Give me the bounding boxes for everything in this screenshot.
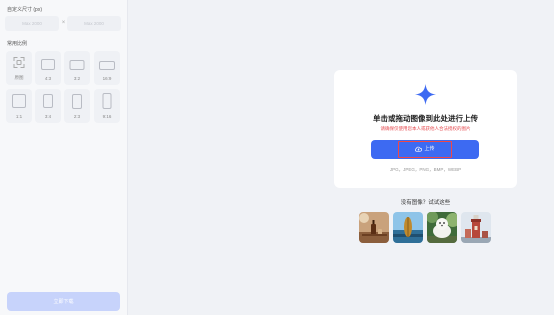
size-separator: × <box>61 20 66 26</box>
ratio-label: 3:4 <box>44 114 52 119</box>
sample-image-lighthouse[interactable] <box>461 212 491 243</box>
upload-title: 单击或拖动图像到此处进行上传 <box>373 114 478 123</box>
ratio-2-3[interactable]: 2:3 <box>64 89 90 123</box>
copyright-warning: 请确保仅使用您本人或获他人合法授权的图片 <box>380 126 471 131</box>
ratio-shape-icon <box>102 93 112 109</box>
ratio-label: 2:3 <box>73 114 81 119</box>
upload-dropzone[interactable]: 单击或拖动图像到此处进行上传 请确保仅使用您本人或获他人合法授权的图片 上传 J… <box>334 70 517 188</box>
custom-size-title: 自定义尺寸 (px) <box>7 7 43 13</box>
download-button[interactable]: 立即下载 <box>7 292 120 311</box>
ratio-16-9[interactable]: 16:9 <box>94 51 120 85</box>
ratio-shape-icon <box>43 94 53 108</box>
height-input[interactable]: Max 2000 <box>67 16 121 31</box>
ratio-3-2[interactable]: 3:2 <box>64 51 90 85</box>
sparkle-icon <box>415 84 436 105</box>
ratio-label: 9:16 <box>102 114 112 119</box>
crop-icon <box>13 57 25 68</box>
sample-image-bottles[interactable] <box>359 212 389 243</box>
supported-formats: JPG，JPEG，PNG，BMP，WEBP <box>389 167 462 172</box>
upload-button-content: 上传 <box>398 141 452 158</box>
ratio-label: 4:3 <box>44 76 52 81</box>
ratio-label: 16:9 <box>102 76 112 81</box>
ratio-1-1[interactable]: 1:1 <box>6 89 32 123</box>
ratio-shape-icon <box>72 94 82 109</box>
ratio-original[interactable]: 原图 <box>6 51 32 85</box>
ratio-3-4[interactable]: 3:4 <box>35 89 61 123</box>
ratio-9-16[interactable]: 9:16 <box>94 89 120 123</box>
ratio-label: 原图 <box>14 75 24 80</box>
cloud-upload-icon <box>415 146 423 152</box>
ratio-label: 3:2 <box>73 76 81 81</box>
upload-label: 上传 <box>424 146 435 152</box>
settings-panel: 自定义尺寸 (px) Max 2000 × Max 2000 常用比例 原图 4… <box>0 0 128 315</box>
ratio-4-3[interactable]: 4:3 <box>35 51 61 85</box>
width-input[interactable]: Max 2000 <box>5 16 59 31</box>
ratio-shape-icon <box>99 61 115 70</box>
common-ratio-title: 常用比例 <box>7 41 28 47</box>
ratio-shape-icon <box>41 59 55 70</box>
sample-image-leaf[interactable] <box>393 212 423 243</box>
ratio-shape-icon <box>69 60 85 70</box>
sample-image-dog[interactable] <box>427 212 457 243</box>
samples-title: 没有图像？试试这些 <box>400 200 451 206</box>
upload-button[interactable]: 上传 <box>371 140 479 159</box>
ratio-label: 1:1 <box>15 114 23 119</box>
ratio-shape-icon <box>12 94 26 108</box>
